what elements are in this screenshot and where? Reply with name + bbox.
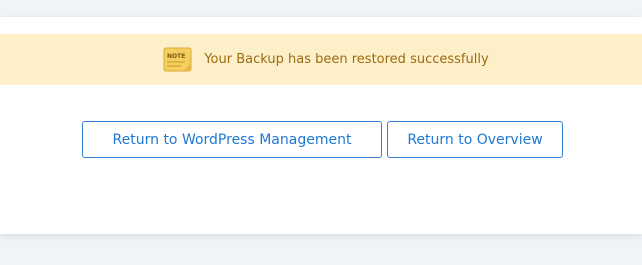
return-to-wordpress-management-button[interactable]: Return to WordPress Management xyxy=(82,121,382,158)
success-notice: NOTE Your Backup has been restored succe… xyxy=(0,34,642,85)
return-to-overview-button[interactable]: Return to Overview xyxy=(387,121,563,158)
notice-message: Your Backup has been restored successful… xyxy=(204,52,489,67)
note-icon: NOTE xyxy=(163,46,193,73)
action-buttons: Return to WordPress Management Return to… xyxy=(0,121,642,158)
svg-text:NOTE: NOTE xyxy=(167,53,185,60)
